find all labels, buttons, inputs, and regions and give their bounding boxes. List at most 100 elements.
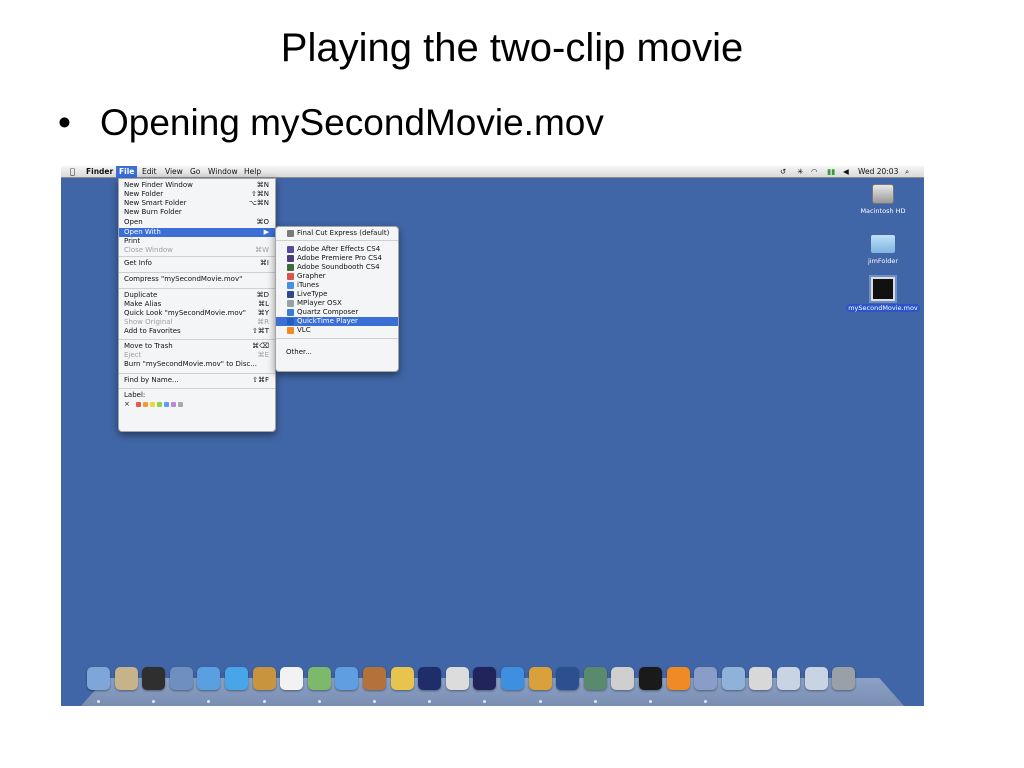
dock-app-icon[interactable] [225, 667, 248, 690]
open-with-item[interactable]: Adobe Premiere Pro CS4 [276, 254, 398, 263]
menu-separator [119, 272, 275, 273]
label-color-swatch[interactable] [177, 401, 183, 407]
label-color-swatch[interactable] [142, 401, 148, 407]
menu-item-label: VLC [297, 326, 311, 334]
dock-app-icon[interactable] [280, 667, 304, 690]
movie-file-icon [871, 277, 895, 301]
menu-help[interactable]: Help [241, 166, 264, 178]
open-with-item[interactable]: VLC [276, 326, 398, 335]
dock-app-icon[interactable] [445, 667, 469, 690]
dock-app-icon[interactable] [583, 667, 607, 690]
label-color-swatch[interactable] [149, 401, 155, 407]
open-with-item[interactable]: MPlayer OSX [276, 299, 398, 308]
dock-app-icon[interactable] [777, 667, 800, 690]
dock-app-icon[interactable] [804, 667, 828, 690]
file-menu-item[interactable]: Quick Look "mySecondMovie.mov" ⌘Y [119, 309, 275, 318]
wifi-icon[interactable]: ◠ [811, 166, 818, 178]
dock-app-icon[interactable] [142, 667, 166, 690]
volume-icon[interactable]: ◀ [843, 166, 849, 178]
clock[interactable]: Wed 20:03 [858, 166, 898, 178]
dock-app-icon[interactable] [114, 667, 138, 690]
file-menu-item[interactable]: Add to Favorites ⇧⌘T [119, 327, 275, 336]
open-with-item[interactable]: Grapher [276, 272, 398, 281]
dock-app-icon[interactable] [556, 667, 580, 690]
file-menu-item[interactable]: Move to Trash ⌘⌫ [119, 342, 275, 351]
file-menu-item[interactable]: New Smart Folder ⌥⌘N [119, 199, 275, 208]
mac-desktop-screenshot:  Finder File Edit View Go Window Help ↺… [61, 166, 924, 706]
label-color-swatch[interactable] [135, 401, 141, 407]
menu-item-label: Adobe Soundbooth CS4 [297, 263, 380, 271]
file-menu-item[interactable]: New Folder ⇧⌘N [119, 190, 275, 199]
file-menu-item[interactable]: Compress "mySecondMovie.mov" [119, 275, 275, 284]
dock-app-icon[interactable] [473, 667, 497, 690]
open-with-item[interactable]: Final Cut Express (default) [276, 229, 398, 238]
file-menu-item[interactable]: Eject ⌘E [119, 351, 275, 360]
open-with-item[interactable]: LiveType [276, 290, 398, 299]
menu-item-label: New Finder Window [124, 181, 193, 189]
desktop-item-macintosh-hd[interactable]: Macintosh HD [853, 184, 913, 215]
apple-menu-icon[interactable]:  [70, 166, 75, 178]
label-color-swatch[interactable] [156, 401, 162, 407]
dock-app-icon[interactable] [666, 667, 690, 690]
file-menu-item[interactable]: Open ⌘O [119, 218, 275, 227]
dock-app-icon[interactable] [418, 667, 442, 690]
label-color-swatch[interactable] [163, 401, 169, 407]
label-color-swatch[interactable] [170, 401, 176, 407]
open-with-item[interactable]: iTunes [276, 281, 398, 290]
menu-item-shortcut: ⌘D [256, 291, 269, 299]
open-with-item[interactable]: Adobe Soundbooth CS4 [276, 263, 398, 272]
dock-app-icon[interactable] [749, 667, 773, 690]
file-menu-item[interactable]: New Burn Folder [119, 208, 275, 217]
dock-app-icon[interactable] [87, 667, 110, 690]
time-machine-icon[interactable]: ↺ [780, 166, 786, 178]
spotlight-icon[interactable]: ⌕ [905, 166, 909, 178]
file-menu-item[interactable]: Get Info ⌘I [119, 259, 275, 268]
open-with-item[interactable]: Quartz Composer [276, 308, 398, 317]
file-menu-item[interactable]: Duplicate ⌘D [119, 291, 275, 300]
open-with-item[interactable]: Other... [276, 348, 398, 357]
desktop-item-mysecondmovie[interactable]: mySecondMovie.mov [845, 277, 921, 312]
dock-app-icon[interactable] [252, 667, 276, 690]
dock-app-icon[interactable] [528, 667, 552, 690]
file-menu-item[interactable]: Show Original ⌘R [119, 318, 275, 327]
menu-item-label: Final Cut Express (default) [297, 229, 390, 237]
dock-app-icon[interactable] [639, 667, 662, 690]
dock-app-icon[interactable] [335, 667, 359, 690]
file-menu-item[interactable]: Print [119, 237, 275, 246]
file-menu-item[interactable]: × [119, 400, 275, 409]
menu-finder[interactable]: Finder [83, 166, 116, 178]
file-menu-item[interactable]: New Finder Window ⌘N [119, 181, 275, 190]
menu-window[interactable]: Window [205, 166, 241, 178]
running-indicator [649, 700, 652, 703]
file-menu-item[interactable]: Make Alias ⌘L [119, 300, 275, 309]
menu-file[interactable]: File [116, 166, 138, 178]
app-icon [287, 282, 294, 289]
menu-view[interactable]: View [162, 166, 186, 178]
menu-go[interactable]: Go [187, 166, 203, 178]
menu-item-label: New Smart Folder [124, 199, 187, 207]
dock-app-icon[interactable] [694, 667, 718, 690]
dock-app-icon[interactable] [832, 667, 856, 690]
dock-app-icon[interactable] [501, 667, 524, 690]
file-menu-item[interactable]: Find by Name... ⇧⌘F [119, 376, 275, 385]
dock-app-icon[interactable] [197, 667, 221, 690]
dock-app-icon[interactable] [390, 667, 414, 690]
desktop-item-jimfolder[interactable]: jimFolder [853, 235, 913, 265]
file-menu-item[interactable]: Burn "mySecondMovie.mov" to Disc... [119, 360, 275, 369]
dock-app-icon[interactable] [363, 667, 386, 690]
file-menu-item[interactable]: Label: [119, 391, 275, 400]
dock-app-icon[interactable] [611, 667, 635, 690]
open-with-item[interactable]: QuickTime Player [276, 317, 398, 326]
running-indicator [97, 700, 100, 703]
menu-item-label: Get Info [124, 259, 152, 267]
dock-app-icon[interactable] [721, 667, 745, 690]
menu-item-label: QuickTime Player [297, 317, 358, 325]
file-menu-item[interactable]: Close Window ⌘W [119, 246, 275, 255]
menu-edit[interactable]: Edit [139, 166, 160, 178]
battery-icon[interactable]: ▮▮ [827, 166, 835, 178]
dock-app-icon[interactable] [169, 667, 193, 690]
open-with-item[interactable]: Adobe After Effects CS4 [276, 245, 398, 254]
file-menu-item[interactable]: Open With ▶ [119, 228, 275, 237]
bluetooth-icon[interactable]: ✳ [797, 166, 803, 178]
dock-app-icon[interactable] [307, 667, 331, 690]
